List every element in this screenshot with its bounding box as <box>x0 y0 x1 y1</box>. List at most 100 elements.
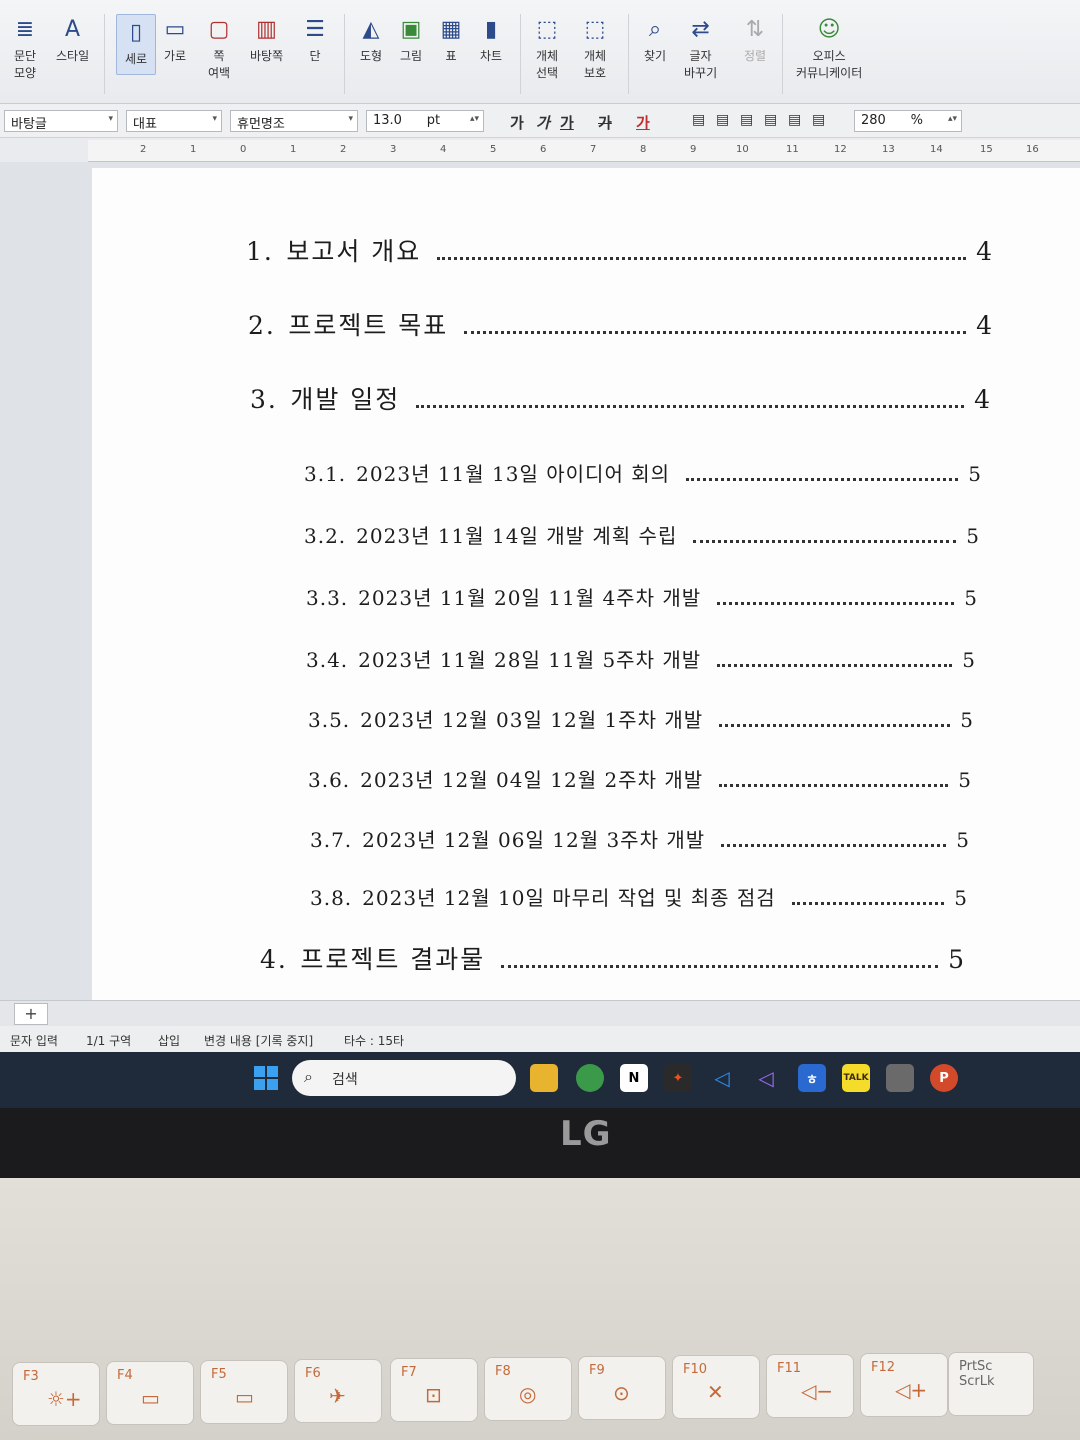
page-margin-button[interactable]: ▢ 쪽 여백 <box>204 14 234 82</box>
toc-leader-dots <box>501 965 939 968</box>
toc-leader-dots <box>721 844 947 847</box>
strikethrough-button[interactable]: 가 <box>598 112 612 133</box>
toc-entry-number: 4. <box>260 945 288 974</box>
shape-button[interactable]: ◭ 도형 <box>356 14 386 65</box>
ruler-tick: 16 <box>1026 144 1039 155</box>
chrome-icon[interactable] <box>576 1064 604 1092</box>
toc-leader-dots <box>693 540 957 543</box>
function-key: F10 ✕ <box>672 1355 760 1419</box>
ruler-tick: 8 <box>640 144 647 155</box>
powerpoint-icon[interactable]: P <box>930 1064 958 1092</box>
function-key-label: F5 <box>211 1367 227 1382</box>
object-protect-button[interactable]: ⬚ 개체 보호 <box>580 14 610 82</box>
table-button[interactable]: ▦ 표 <box>436 14 466 65</box>
margin-icon: ▢ <box>208 16 230 42</box>
toc-entry[interactable]: 3.3. 2023년 11월 20일 11월 4주차 개발 5 <box>306 582 978 611</box>
brand-logo: LG <box>560 1114 612 1154</box>
insert-mode-status[interactable]: 삽입 <box>158 1032 180 1049</box>
toc-entry[interactable]: 3.5. 2023년 12월 03일 12월 1주차 개발 5 <box>308 704 974 733</box>
toc-entry[interactable]: 3.8. 2023년 12월 10일 마무리 작업 및 최종 점검 5 <box>310 882 968 911</box>
chart-button[interactable]: ▮ 차트 <box>476 14 506 65</box>
sort-button[interactable]: ⇅ 정렬 <box>740 14 770 65</box>
track-changes-status[interactable]: 변경 내용 [기록 중지] <box>204 1032 313 1049</box>
toc-entry-number: 3.6. <box>308 768 351 792</box>
find-button[interactable]: ⌕ 찾기 <box>640 14 670 65</box>
toc-entry-text: 프로젝트 목표 <box>288 311 449 340</box>
toc-entry[interactable]: 3.7. 2023년 12월 06일 12월 3주차 개발 5 <box>310 824 970 853</box>
function-key: F3 ☼+ <box>12 1362 100 1426</box>
sheet-tab-bar: + <box>0 1000 1080 1026</box>
portrait-button[interactable]: ▯ 세로 <box>116 14 156 75</box>
toc-entry-number: 3.5. <box>308 708 351 732</box>
function-key: F8 ◎ <box>484 1357 572 1421</box>
toc-leader-dots <box>686 478 959 481</box>
portrait-icon: ▯ <box>129 19 143 45</box>
toc-entry-text: 2023년 12월 03일 12월 1주차 개발 <box>360 708 704 732</box>
style-button[interactable]: A 스타일 <box>56 14 89 65</box>
master-page-button[interactable]: ▥ 바탕쪽 <box>250 14 283 65</box>
toc-entry-number: 2. <box>248 311 276 340</box>
toc-leader-dots <box>791 902 945 905</box>
toc-entry[interactable]: 1. 보고서 개요 4 <box>246 232 994 268</box>
object-select-button[interactable]: ⬚ 개체 선택 <box>532 14 562 82</box>
toc-entry[interactable]: 2. 프로젝트 목표 4 <box>248 306 994 342</box>
language-select[interactable]: 대표 ▾ <box>126 110 222 132</box>
paragraph-style-select[interactable]: 바탕글 ▾ <box>4 110 118 132</box>
toc-entry-number: 3.2. <box>304 524 347 548</box>
toc-entry[interactable]: 4. 프로젝트 결과물 5 <box>260 940 966 976</box>
paragraph-shape-button[interactable]: ≣ 문단 모양 <box>10 14 40 82</box>
ruler-tick: 14 <box>930 144 943 155</box>
office-communicator-button[interactable]: ☺ 오피스 커뮤니케이터 <box>796 14 862 82</box>
toc-entry[interactable]: 3.2. 2023년 11월 14일 개발 계획 수립 5 <box>304 520 980 549</box>
ruler-tick: 2 <box>340 144 347 155</box>
bold-button[interactable]: 가 <box>510 112 524 133</box>
function-key-label: F9 <box>589 1363 605 1378</box>
landscape-button[interactable]: ▭ 가로 <box>160 14 190 65</box>
align-center-button[interactable]: ▤ <box>740 112 753 128</box>
horizontal-ruler[interactable]: 2 1 0 1 2 3 4 5 6 7 8 9 10 11 12 13 14 15 16 <box>88 140 1080 162</box>
line-spacing-input[interactable]: 280 % ▴▾ <box>854 110 962 132</box>
picture-button[interactable]: ▣ 그림 <box>396 14 426 65</box>
ruler-tick: 1 <box>290 144 297 155</box>
hancom-icon[interactable]: ㅎ <box>798 1064 826 1092</box>
align-right-button[interactable]: ▤ <box>764 112 777 128</box>
function-key-icon: ✈ <box>329 1384 346 1408</box>
paragraph-icon: ≣ <box>15 16 35 42</box>
font-select[interactable]: 휴먼명조 ▾ <box>230 110 358 132</box>
figma-icon[interactable]: ✦ <box>664 1064 692 1092</box>
taskbar-search-box[interactable]: ⌕ 검색 <box>292 1060 516 1096</box>
toc-entry-text: 2023년 12월 10일 마무리 작업 및 최종 점검 <box>362 886 776 910</box>
visual-studio-icon[interactable]: ◁ <box>752 1064 780 1092</box>
replace-button[interactable]: ⇄ 글자 바꾸기 <box>684 14 717 82</box>
add-tab-button[interactable]: + <box>14 1003 48 1025</box>
app-icon[interactable] <box>886 1064 914 1092</box>
document-page[interactable]: 1. 보고서 개요 4 2. 프로젝트 목표 4 3. 개발 일정 4 3.1. 2023년 11월… <box>92 168 1080 1000</box>
underline-button[interactable]: 가 <box>560 112 574 133</box>
toc-page-number: 5 <box>956 828 970 852</box>
toc-entry[interactable]: 3.4. 2023년 11월 28일 11월 5주차 개발 5 <box>306 644 976 673</box>
function-key: F11 ◁− <box>766 1354 854 1418</box>
windows-start-icon[interactable] <box>254 1066 278 1090</box>
function-key: PrtSc ScrLk <box>948 1352 1034 1416</box>
toc-entry[interactable]: 3.6. 2023년 12월 04일 12월 2주차 개발 5 <box>308 764 972 793</box>
italic-button[interactable]: 가 <box>536 112 550 133</box>
font-color-button[interactable]: 가 <box>636 112 650 133</box>
vscode-icon[interactable]: ◁ <box>708 1064 736 1092</box>
font-size-input[interactable]: 13.0 pt ▴▾ <box>366 110 484 132</box>
file-explorer-icon[interactable] <box>530 1064 558 1092</box>
toc-entry[interactable]: 3.1. 2023년 11월 13일 아이디어 회의 5 <box>304 458 982 487</box>
divide-button[interactable]: ▤ <box>812 112 825 128</box>
toc-entry-title: 3.7. 2023년 12월 06일 12월 3주차 개발 <box>310 824 705 853</box>
toc-entry-title: 3.2. 2023년 11월 14일 개발 계획 수립 <box>304 520 677 549</box>
kakaotalk-icon[interactable]: TALK <box>842 1064 870 1092</box>
columns-button[interactable]: ☰ 단 <box>300 14 330 65</box>
toc-page-number: 5 <box>948 945 966 974</box>
toc-entry[interactable]: 3. 개발 일정 4 <box>250 380 992 416</box>
align-left-button[interactable]: ▤ <box>716 112 729 128</box>
sort-icon: ⇅ <box>745 16 765 42</box>
function-key-icon: ◁+ <box>895 1378 928 1402</box>
notion-icon[interactable]: N <box>620 1064 648 1092</box>
distribute-button[interactable]: ▤ <box>788 112 801 128</box>
function-key-label: F7 <box>401 1365 417 1380</box>
align-justify-button[interactable]: ▤ <box>692 112 705 128</box>
